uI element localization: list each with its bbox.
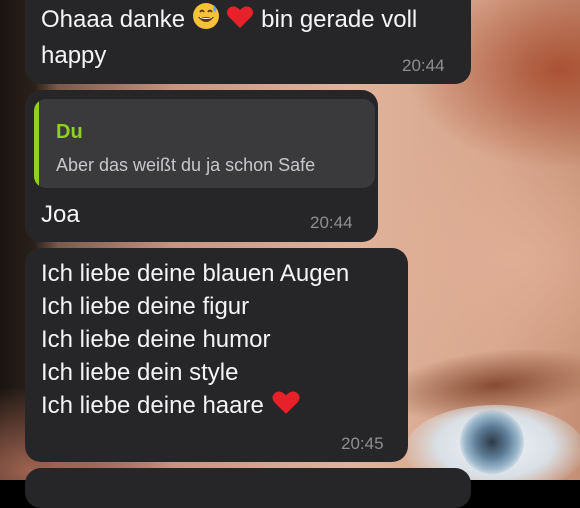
message-bubble-1[interactable]: Ohaaa danke bin gerade voll happy 20:44 — [25, 0, 471, 84]
red-heart-emoji-icon — [226, 4, 254, 39]
message-text: Joa — [41, 201, 80, 228]
message-line-4: Ich liebe dein style — [41, 359, 239, 386]
red-heart-emoji-icon — [271, 389, 301, 425]
reply-quote[interactable]: Du Aber das weißt du ja schon Safe — [34, 99, 375, 188]
reply-author: Du — [56, 121, 83, 143]
message-text: Ich liebe deine blauen Augen Ich liebe d… — [41, 257, 401, 425]
message-timestamp: 20:45 — [341, 434, 384, 453]
message-bubble-4-partial[interactable] — [25, 468, 471, 508]
message-timestamp: 20:44 — [402, 56, 445, 75]
reply-preview-text: Aber das weißt du ja schon Safe — [56, 155, 316, 175]
message-bubble-2[interactable]: Du Aber das weißt du ja schon Safe Joa 2… — [25, 90, 378, 242]
message-line-5: Ich liebe deine haare — [41, 392, 264, 419]
message-line-1-part-1: Ohaaa danke — [41, 6, 186, 33]
message-line-2: happy — [41, 42, 107, 69]
message-timestamp: 20:44 — [310, 213, 353, 232]
message-line-2: Ich liebe deine figur — [41, 293, 250, 320]
grinning-sweat-emoji-icon — [192, 2, 220, 39]
wallpaper-iris — [460, 410, 524, 474]
reply-accent-bar — [34, 99, 39, 188]
message-bubble-3[interactable]: Ich liebe deine blauen Augen Ich liebe d… — [25, 248, 408, 462]
message-line-3: Ich liebe deine humor — [41, 326, 271, 353]
message-line-1: Ich liebe deine blauen Augen — [41, 260, 350, 287]
message-line-1-part-2: bin gerade voll — [261, 6, 418, 33]
